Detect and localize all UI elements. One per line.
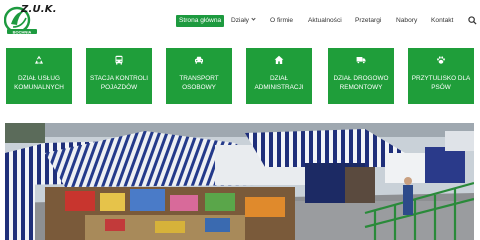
recycle-icon bbox=[35, 55, 43, 64]
nav-strona-glowna[interactable]: Strona główna bbox=[176, 15, 225, 27]
paw-icon bbox=[437, 56, 445, 64]
tile-stacja-kontroli-pojazdow[interactable]: STACJA KONTROLI POJAZDÓW bbox=[86, 48, 152, 104]
search-icon[interactable] bbox=[468, 16, 477, 25]
car-icon bbox=[195, 56, 203, 64]
nav-dzialy-label: Działy bbox=[231, 17, 249, 24]
chevron-down-icon bbox=[251, 16, 256, 21]
truck-icon bbox=[356, 57, 366, 64]
nav-przetargi[interactable]: Przetargi bbox=[355, 15, 381, 27]
bus-icon bbox=[115, 55, 123, 65]
nav-aktualnosci[interactable]: Aktualności bbox=[308, 15, 342, 27]
tile-dzial-drogowo-remontowy[interactable]: DZIAŁ DROGOWO REMONTOWY bbox=[328, 48, 394, 104]
tile-label: STACJA KONTROLI POJAZDÓW bbox=[89, 75, 149, 91]
hero-image bbox=[5, 123, 474, 240]
tile-label: DZIAŁ USŁUG KOMUNALNYCH bbox=[14, 75, 64, 91]
tile-dzial-administracji[interactable]: DZIAŁ ADMINISTRACJI bbox=[246, 48, 312, 104]
home-icon bbox=[274, 55, 284, 64]
tile-label: PRZYTULISKO DLA PSÓW bbox=[411, 75, 471, 91]
tile-przytulisko-dla-psow[interactable]: PRZYTULISKO DLA PSÓW bbox=[408, 48, 474, 104]
logo-text: Z.U.K. bbox=[21, 4, 57, 15]
market-photo-icon bbox=[5, 123, 474, 240]
svg-text:BOCHNIA: BOCHNIA bbox=[13, 29, 32, 34]
tile-label: DZIAŁ DROGOWO REMONTOWY bbox=[333, 75, 389, 91]
nav-nabory[interactable]: Nabory bbox=[396, 15, 417, 27]
nav-dzialy[interactable]: Działy bbox=[231, 15, 256, 27]
tile-transport-osobowy[interactable]: TRANSPORT OSOBOWY bbox=[166, 48, 232, 104]
tile-label: DZIAŁ ADMINISTRACJI bbox=[254, 75, 304, 91]
nav-kontakt[interactable]: Kontakt bbox=[431, 15, 453, 27]
site-header: BOCHNIA Z.U.K. Strona główna Działy O fi… bbox=[0, 0, 480, 40]
tile-label: TRANSPORT OSOBOWY bbox=[179, 75, 219, 91]
nav-o-firmie[interactable]: O firmie bbox=[270, 15, 293, 27]
tile-dzial-uslug-komunalnych[interactable]: DZIAŁ USŁUG KOMUNALNYCH bbox=[6, 48, 72, 104]
